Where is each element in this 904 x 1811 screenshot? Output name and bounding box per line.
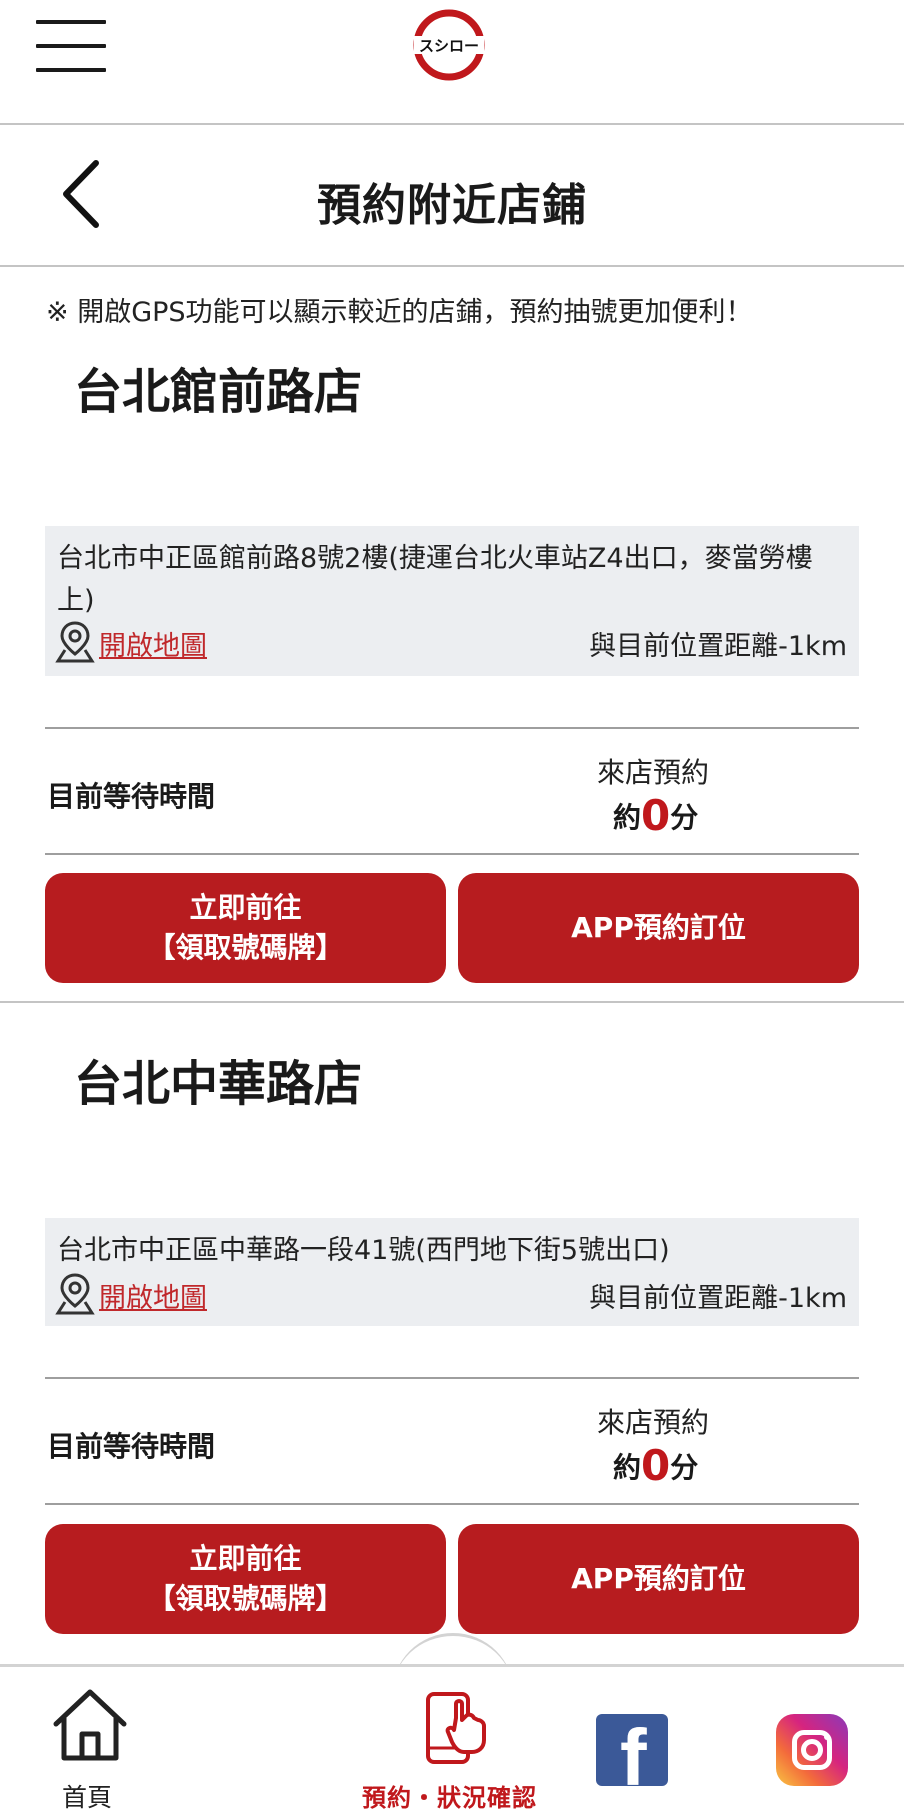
- app-reservation-button[interactable]: APP預約訂位: [458, 873, 859, 983]
- address-box: 台北市中正區中華路一段41號(西門地下街5號出口) 開啟地圖 與目前位置距離-1…: [45, 1218, 859, 1326]
- nav-reservation-status[interactable]: 預約・狀況確認: [360, 1690, 550, 1811]
- visit-reservation-label: 來店預約: [597, 1406, 710, 1439]
- distance-text: 與目前位置距離-1km: [589, 631, 847, 662]
- store-address: 台北市中正區中華路一段41號(西門地下街5號出口): [57, 1235, 670, 1266]
- nav-reservation-label: 預約・狀況確認: [362, 1784, 537, 1811]
- app-reservation-button[interactable]: APP預約訂位: [458, 1524, 859, 1634]
- map-pin-icon: [55, 1273, 95, 1315]
- store-name: 台北館前路店: [74, 364, 363, 420]
- home-icon: [53, 1689, 127, 1761]
- map-pin-icon: [55, 621, 95, 663]
- get-ticket-button[interactable]: 立即前往 【領取號碼牌】: [45, 1524, 446, 1634]
- logo-text: スシロー: [419, 37, 479, 55]
- map-row: 開啟地圖 與目前位置距離-1km: [55, 1272, 847, 1316]
- nav-home-label: 首頁: [62, 1783, 113, 1811]
- phone-tap-icon: [426, 1692, 486, 1764]
- get-ticket-button[interactable]: 立即前往 【領取號碼牌】: [45, 873, 446, 983]
- facebook-icon[interactable]: f: [596, 1714, 668, 1786]
- wait-time-label: 目前等待時間: [47, 1430, 216, 1463]
- wait-time-row: 目前等待時間 來店預約 約0分: [45, 727, 859, 855]
- page-title: 預約附近店鋪: [317, 180, 587, 231]
- instagram-icon[interactable]: [776, 1714, 848, 1786]
- distance-text: 與目前位置距離-1km: [589, 1283, 847, 1314]
- top-bar: スシロー: [0, 0, 904, 125]
- gps-notice: ※ 開啟GPS功能可以顯示較近的店鋪，預約抽號更加便利！: [46, 297, 753, 328]
- map-row: 開啟地圖 與目前位置距離-1km: [55, 620, 847, 664]
- visit-reservation-label: 來店預約: [597, 756, 710, 789]
- wait-time-row: 目前等待時間 來店預約 約0分: [45, 1377, 859, 1505]
- title-bar: 預約附近店鋪: [0, 125, 904, 267]
- open-map-link[interactable]: 開啟地圖: [99, 624, 207, 663]
- address-box: 台北市中正區館前路8號2樓(捷運台北火車站Z4出口，麥當勞樓上) 開啟地圖 與目…: [45, 526, 859, 676]
- nav-home[interactable]: 首頁: [52, 1686, 128, 1811]
- store-address: 台北市中正區館前路8號2樓(捷運台北火車站Z4出口，麥當勞樓上): [57, 543, 813, 616]
- menu-icon[interactable]: [36, 20, 106, 72]
- wait-time-value: 約0分: [613, 1441, 699, 1490]
- wait-time-label: 目前等待時間: [47, 780, 216, 813]
- sushiro-logo[interactable]: スシロー: [412, 8, 486, 82]
- wait-time-value: 約0分: [613, 791, 699, 840]
- store-name: 台北中華路店: [74, 1056, 363, 1112]
- store-divider: [0, 1001, 904, 1003]
- open-map-link[interactable]: 開啟地圖: [99, 1276, 207, 1315]
